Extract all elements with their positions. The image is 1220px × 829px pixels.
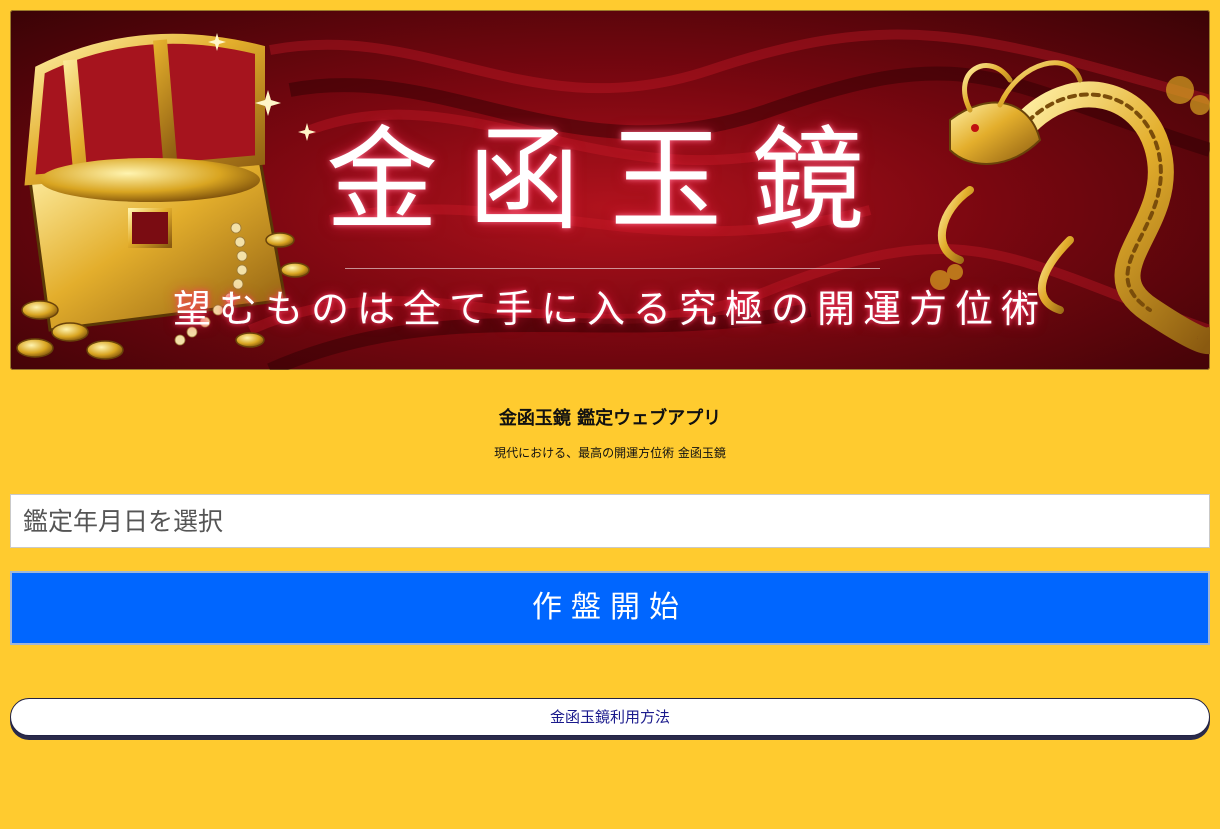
start-chart-button[interactable]: 作盤開始 xyxy=(10,571,1210,645)
page: 金函玉鏡 望むものは全て手に入る究極の開運方位術 金函玉鏡 鑑定ウェブアプリ 現… xyxy=(0,0,1220,829)
banner-title: 金函玉鏡 xyxy=(326,116,894,246)
hero-banner: 金函玉鏡 望むものは全て手に入る究極の開運方位術 xyxy=(10,10,1210,370)
app-subtitle: 現代における、最高の開運方位術 金函玉鏡 xyxy=(494,446,726,460)
date-input[interactable] xyxy=(10,494,1210,548)
usage-guide-button[interactable]: 金函玉鏡利用方法 xyxy=(10,698,1210,736)
banner-tagline: 望むものは全て手に入る究極の開運方位術 xyxy=(172,287,1047,331)
banner-divider xyxy=(345,268,880,269)
app-title: 金函玉鏡 鑑定ウェブアプリ xyxy=(498,408,722,429)
